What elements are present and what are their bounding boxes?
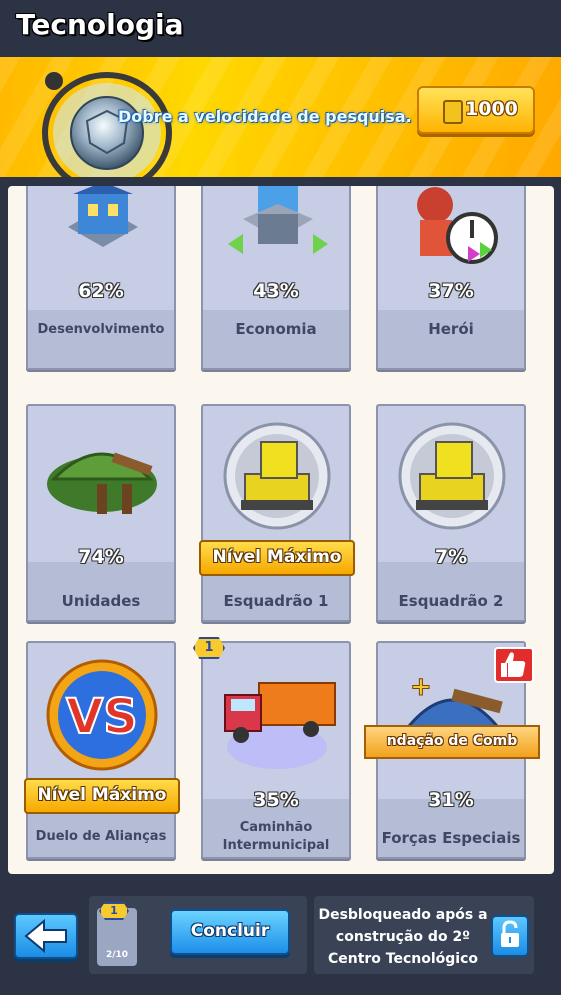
progress-percent: 31% [428,789,474,811]
tech-card-esquadrao-2[interactable]: 7% Esquadrão 2 [376,404,526,622]
hero-icon [417,187,498,264]
tank-icon [398,422,506,530]
slot-count: 2/10 [105,950,129,960]
tech-label: Herói [428,320,474,338]
tech-card-economia[interactable]: 43% Economia [201,186,351,370]
bottom-bar: 1 2/10 Concluir Desbloqueado após a cons… [0,880,561,995]
card-footer [203,310,349,368]
level-badge: 1 [193,637,225,659]
gold-icon [443,100,463,124]
tech-label: Esquadrão 2 [398,592,504,610]
price-label: 1000 [465,98,518,120]
card-footer [28,310,174,368]
conclude-button[interactable]: Concluir [170,909,290,955]
progress-percent: 7% [434,546,468,568]
progress-percent: 37% [428,280,474,302]
tech-card-unidades[interactable]: 74% Unidades [26,404,176,622]
unlock-button[interactable] [491,915,529,957]
card-footer [378,562,524,620]
back-arrow-icon [24,918,67,954]
tech-card-heroi[interactable]: 37% Herói [376,186,526,370]
tech-card-caminhao-intermunicipal[interactable]: 35% Caminhão Intermunicipal [201,641,351,859]
tank-icon [223,422,331,530]
tech-panel: 62% Desenvolvimento 43% Economia 37% Her… [8,186,554,874]
building-icon [68,186,138,247]
tech-label: Esquadrão 1 [223,592,329,610]
unlock-text: Desbloqueado após a construção do 2º Cen… [318,907,488,967]
top-bar: Tecnologia [0,0,561,57]
tech-card-esquadrao-1[interactable]: Esquadrão 1 [201,404,351,622]
tech-name-ribbon: ndação de Comb [364,725,540,759]
max-level-badge: Nível Máximo [24,778,180,814]
tech-label: Desenvolvimento [37,322,165,337]
svg-text:+: + [410,672,432,702]
speed-banner[interactable]: Dobre a velocidade de pesquisa. 1000 [0,57,561,177]
helmet-icon [47,452,157,514]
tech-card-desenvolvimento[interactable]: 62% Desenvolvimento [26,186,176,370]
banner-text: Dobre a velocidade de pesquisa. [118,107,412,126]
progress-percent: 43% [253,280,299,302]
back-button[interactable] [14,913,78,959]
progress-percent: 74% [78,546,124,568]
economy-icon [228,186,328,254]
padlock-icon [501,920,519,947]
progress-percent: 35% [253,789,299,811]
recommended-thumbs-up-icon [494,647,534,683]
vs-icon: VS [46,659,158,771]
truck-icon [224,682,336,769]
slot-level-badge: 1 [99,902,129,920]
tech-label: Caminhão Intermunicipal [222,820,330,853]
unlock-info: Desbloqueado após a construção do 2º Cen… [314,896,534,974]
tech-label: Economia [235,320,317,338]
svg-text:VS: VS [66,689,138,745]
tech-label: Duelo de Alianças [35,829,167,844]
tech-label: Unidades [61,592,141,610]
max-level-badge: Nível Máximo [199,540,355,576]
progress-percent: 62% [78,280,124,302]
buy-speed-button[interactable]: 1000 [417,86,535,134]
page-title: Tecnologia [16,8,184,41]
tech-card-duelo-de-aliancas[interactable]: VS Duelo de Alianças [26,641,176,859]
card-footer [28,562,174,620]
card-footer [378,310,524,368]
tech-label: Forças Especiais [381,829,521,847]
